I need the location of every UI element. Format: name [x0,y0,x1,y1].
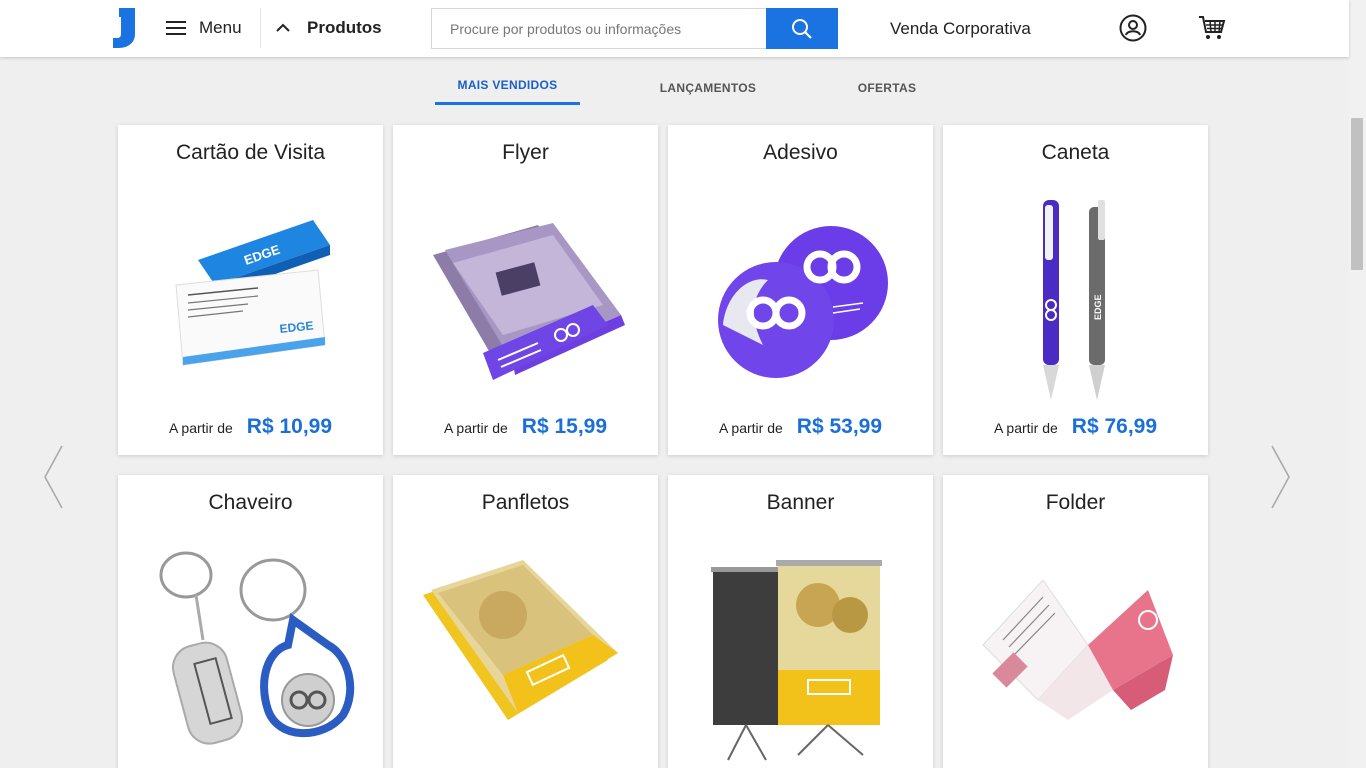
carousel-next-arrow-icon[interactable] [1268,444,1292,510]
menu-label: Menu [199,18,242,37]
page-scrollbar[interactable] [1349,0,1366,768]
product-price: R$ 15,99 [521,415,608,438]
product-price: R$ 53,99 [796,415,883,438]
flyer-image [433,223,625,380]
search-icon [792,18,812,39]
price-from-label: A partir de [168,420,233,436]
products-dropdown-button[interactable]: Produtos [275,14,382,42]
chevron-up-icon [276,23,290,32]
header-divider [260,8,261,48]
menu-button[interactable]: Menu [165,14,242,42]
product-title: Caneta [1041,141,1110,164]
carousel-prev-arrow-icon[interactable] [42,444,66,510]
product-title: Cartão de Visita [175,141,326,164]
product-card-pamphlets[interactable]: Panfletos [393,475,658,768]
product-card-folder[interactable]: Folder [943,475,1208,768]
active-tab-indicator [435,102,580,105]
pen-image: EDGE [1043,200,1105,400]
product-tabs: MAIS VENDIDOS LANÇAMENTOS OFERTAS [0,70,1349,110]
price-from-label: A partir de [993,420,1058,436]
tab-best-sellers[interactable]: MAIS VENDIDOS [435,78,580,92]
product-price: R$ 76,99 [1071,415,1158,438]
search-bar [431,8,838,49]
business-card-image: EDGE EDGE [175,220,330,366]
user-account-icon[interactable] [1119,14,1147,42]
top-header: Menu Produtos Venda Corporativa [0,0,1349,57]
tab-new-releases[interactable]: LANÇAMENTOS [640,81,776,95]
search-input[interactable] [431,8,766,49]
shopping-cart-icon[interactable] [1198,14,1226,42]
product-card-flyer[interactable]: Flyer A partir de R$ 15,99 [393,125,658,455]
folder-image [982,579,1173,720]
product-card-business-card[interactable]: Cartão de Visita EDGE EDGE A partir de R… [118,125,383,455]
product-price: R$ 10,99 [246,415,333,438]
product-card-keychain[interactable]: Chaveiro [118,475,383,768]
sticker-image [718,226,888,378]
banner-image [711,560,882,761]
svg-text:EDGE: EDGE [1093,294,1103,320]
product-title: Folder [1045,491,1106,514]
product-card-sticker[interactable]: Adesivo A partir de R$ 53,99 [668,125,933,455]
product-card-pen[interactable]: Caneta EDGE A partir de R$ 76,99 [943,125,1208,455]
tab-offers[interactable]: OFERTAS [840,81,934,95]
scrollbar-thumb[interactable] [1351,118,1363,270]
hamburger-icon [166,21,186,35]
product-card-banner[interactable]: Banner [668,475,933,768]
price-row: A partir de R$ 15,99 [393,415,658,439]
product-title: Chaveiro [208,491,293,514]
brand-logo[interactable] [113,8,135,48]
products-label: Produtos [307,18,382,37]
product-title: Panfletos [481,491,570,514]
product-title: Adesivo [763,141,838,164]
price-row: A partir de R$ 10,99 [118,415,383,439]
search-button[interactable] [766,8,838,49]
price-row: A partir de R$ 53,99 [668,415,933,439]
corporate-sales-link[interactable]: Venda Corporativa [890,19,1031,39]
product-title: Banner [766,491,835,514]
price-row: A partir de R$ 76,99 [943,415,1208,439]
product-title: Flyer [502,141,549,164]
price-from-label: A partir de [718,420,783,436]
price-from-label: A partir de [443,420,508,436]
pamphlets-image [423,560,618,720]
keychain-image [159,551,355,745]
